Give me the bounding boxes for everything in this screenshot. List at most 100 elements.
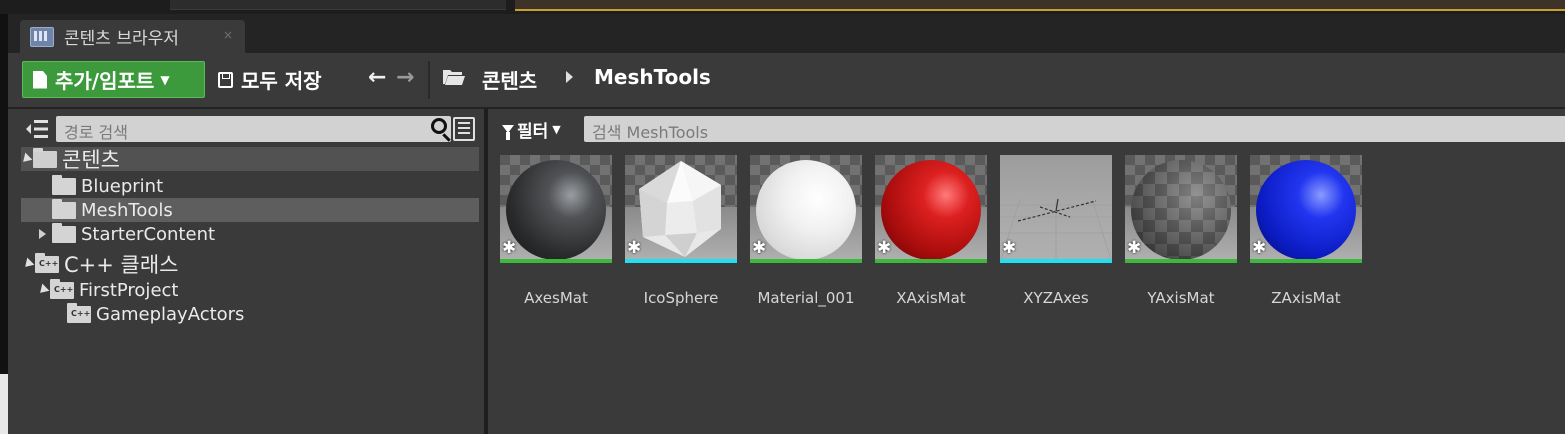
breadcrumb-separator-icon[interactable] bbox=[566, 71, 573, 83]
material-sphere bbox=[1131, 160, 1231, 260]
tree-item-label: 콘텐츠 bbox=[62, 148, 120, 172]
asset-tile[interactable]: ✱ XYZAxes bbox=[1000, 155, 1112, 307]
view-options-icon[interactable] bbox=[453, 117, 475, 141]
cpp-folder-icon bbox=[67, 302, 91, 323]
collapsed-arrow-icon[interactable] bbox=[39, 229, 46, 239]
left-edge bbox=[0, 14, 8, 434]
chevron-down-icon: ▼ bbox=[552, 122, 561, 136]
asset-thumbnail: ✱ bbox=[875, 155, 987, 263]
forward-arrow-icon[interactable]: → bbox=[396, 65, 414, 90]
cpp-folder-icon bbox=[35, 252, 59, 273]
asset-thumbnail: ✱ bbox=[500, 155, 612, 263]
toolbar: 추가/임포트 ▼ 모두 저장 ← → 콘텐츠 MeshTools bbox=[8, 53, 1565, 107]
tree-item-content[interactable]: 콘텐츠 bbox=[19, 147, 479, 172]
tree-item-label: MeshTools bbox=[81, 199, 173, 221]
tree-item-label: StarterContent bbox=[81, 223, 216, 245]
asset-type-bar bbox=[1000, 259, 1112, 263]
material-sphere bbox=[1256, 160, 1356, 260]
tree-item-firstproject[interactable]: FirstProject bbox=[36, 278, 479, 302]
asset-tile[interactable]: ✱ AxesMat bbox=[500, 155, 612, 307]
asset-tile[interactable]: ✱ Material_001 bbox=[750, 155, 862, 307]
tree-item-label: GameplayActors bbox=[96, 303, 245, 325]
asset-type-icon: ✱ bbox=[1002, 238, 1017, 258]
filter-button[interactable]: 필터 ▼ bbox=[502, 117, 561, 142]
asset-type-icon: ✱ bbox=[877, 238, 892, 258]
tree-item-meshtools[interactable]: MeshTools bbox=[21, 198, 479, 222]
asset-search-input[interactable]: 검색 MeshTools bbox=[584, 116, 1565, 142]
asset-type-bar bbox=[875, 259, 987, 263]
sources-toggle-icon[interactable] bbox=[24, 118, 50, 140]
tree-item-cpp-classes[interactable]: C++ 클래스 bbox=[21, 252, 479, 277]
asset-tile[interactable]: ✱ ZAxisMat bbox=[1250, 155, 1362, 307]
tree-item-label: Blueprint bbox=[81, 175, 164, 197]
asset-type-icon: ✱ bbox=[1127, 238, 1142, 258]
asset-type-bar bbox=[1125, 259, 1237, 263]
asset-thumbnail: ✱ bbox=[750, 155, 862, 263]
save-icon bbox=[218, 71, 233, 88]
asset-name: YAxisMat bbox=[1147, 289, 1215, 307]
asset-name: IcoSphere bbox=[643, 289, 719, 307]
save-all-label: 모두 저장 bbox=[241, 69, 322, 93]
expand-arrow-icon[interactable] bbox=[21, 257, 35, 271]
asset-thumbnail: ✱ bbox=[1125, 155, 1237, 263]
breadcrumb-current[interactable]: MeshTools bbox=[594, 65, 711, 89]
asset-type-icon: ✱ bbox=[502, 238, 517, 258]
folder-icon bbox=[52, 222, 76, 243]
search-icon bbox=[431, 118, 447, 134]
breadcrumb-root[interactable]: 콘텐츠 bbox=[482, 65, 537, 94]
material-sphere bbox=[756, 160, 856, 260]
expand-arrow-icon[interactable] bbox=[36, 283, 50, 297]
asset-name: XYZAxes bbox=[1023, 289, 1089, 307]
path-search-placeholder: 경로 검색 bbox=[64, 123, 128, 142]
back-arrow-icon[interactable]: ← bbox=[368, 65, 386, 90]
asset-search-placeholder: 검색 MeshTools bbox=[592, 123, 709, 142]
asset-type-bar bbox=[625, 259, 737, 263]
asset-view: 필터 ▼ 검색 MeshTools ✱ AxesMat ✱ IcoSphere … bbox=[488, 109, 1565, 434]
filter-label: 필터 bbox=[517, 121, 549, 142]
asset-tile[interactable]: ✱ YAxisMat bbox=[1125, 155, 1237, 307]
tab-title: 콘텐츠 브라우저 bbox=[64, 29, 179, 49]
editor-top-strip bbox=[0, 0, 1565, 14]
cpp-folder-icon bbox=[50, 278, 74, 299]
tree-item-label: FirstProject bbox=[79, 279, 179, 301]
asset-type-icon: ✱ bbox=[627, 238, 642, 258]
folder-open-icon bbox=[33, 147, 57, 168]
tree-item-startercontent[interactable]: StarterContent bbox=[39, 222, 479, 246]
folder-icon bbox=[52, 174, 76, 195]
expand-arrow-icon[interactable] bbox=[19, 152, 33, 166]
top-panel bbox=[170, 0, 506, 10]
tab-content-browser[interactable]: 콘텐츠 브라우저 × bbox=[20, 20, 245, 53]
new-document-icon bbox=[33, 70, 47, 89]
asset-thumbnail: ✱ bbox=[1000, 155, 1112, 263]
asset-thumbnail: ✱ bbox=[1250, 155, 1362, 263]
asset-type-icon: ✱ bbox=[1252, 238, 1267, 258]
sources-panel: 경로 검색 콘텐츠 Blueprint MeshTools StarterCon… bbox=[8, 109, 484, 434]
filter-icon bbox=[502, 125, 514, 140]
material-sphere bbox=[506, 160, 606, 260]
content-browser-icon bbox=[30, 26, 54, 47]
path-search-input[interactable]: 경로 검색 bbox=[56, 116, 451, 142]
folder-icon bbox=[52, 198, 76, 219]
tree-item-gameplayactors[interactable]: GameplayActors bbox=[67, 302, 479, 326]
axes-mesh bbox=[1000, 198, 1112, 263]
chevron-down-icon: ▼ bbox=[160, 72, 170, 87]
add-import-label: 추가/임포트 bbox=[55, 69, 155, 93]
tree-item-blueprint[interactable]: Blueprint bbox=[52, 174, 479, 198]
folder-open-icon[interactable] bbox=[442, 67, 466, 87]
asset-tile[interactable]: ✱ IcoSphere bbox=[625, 155, 737, 307]
asset-name: Material_001 bbox=[757, 289, 855, 307]
asset-name: AxesMat bbox=[524, 289, 588, 307]
material-sphere bbox=[881, 160, 981, 260]
asset-tile[interactable]: ✱ XAxisMat bbox=[875, 155, 987, 307]
close-tab-icon[interactable]: × bbox=[223, 28, 233, 42]
asset-type-bar bbox=[500, 259, 612, 263]
asset-name: XAxisMat bbox=[896, 289, 966, 307]
add-import-button[interactable]: 추가/임포트 ▼ bbox=[22, 61, 205, 98]
save-all-button[interactable]: 모두 저장 bbox=[218, 61, 322, 98]
asset-type-bar bbox=[750, 259, 862, 263]
asset-type-icon: ✱ bbox=[752, 238, 767, 258]
asset-name: ZAxisMat bbox=[1271, 289, 1341, 307]
content-browser-panel: 추가/임포트 ▼ 모두 저장 ← → 콘텐츠 MeshTools 경로 검색 콘… bbox=[8, 53, 1565, 434]
toolbar-divider bbox=[428, 61, 430, 99]
tree-item-label: C++ 클래스 bbox=[64, 253, 179, 277]
